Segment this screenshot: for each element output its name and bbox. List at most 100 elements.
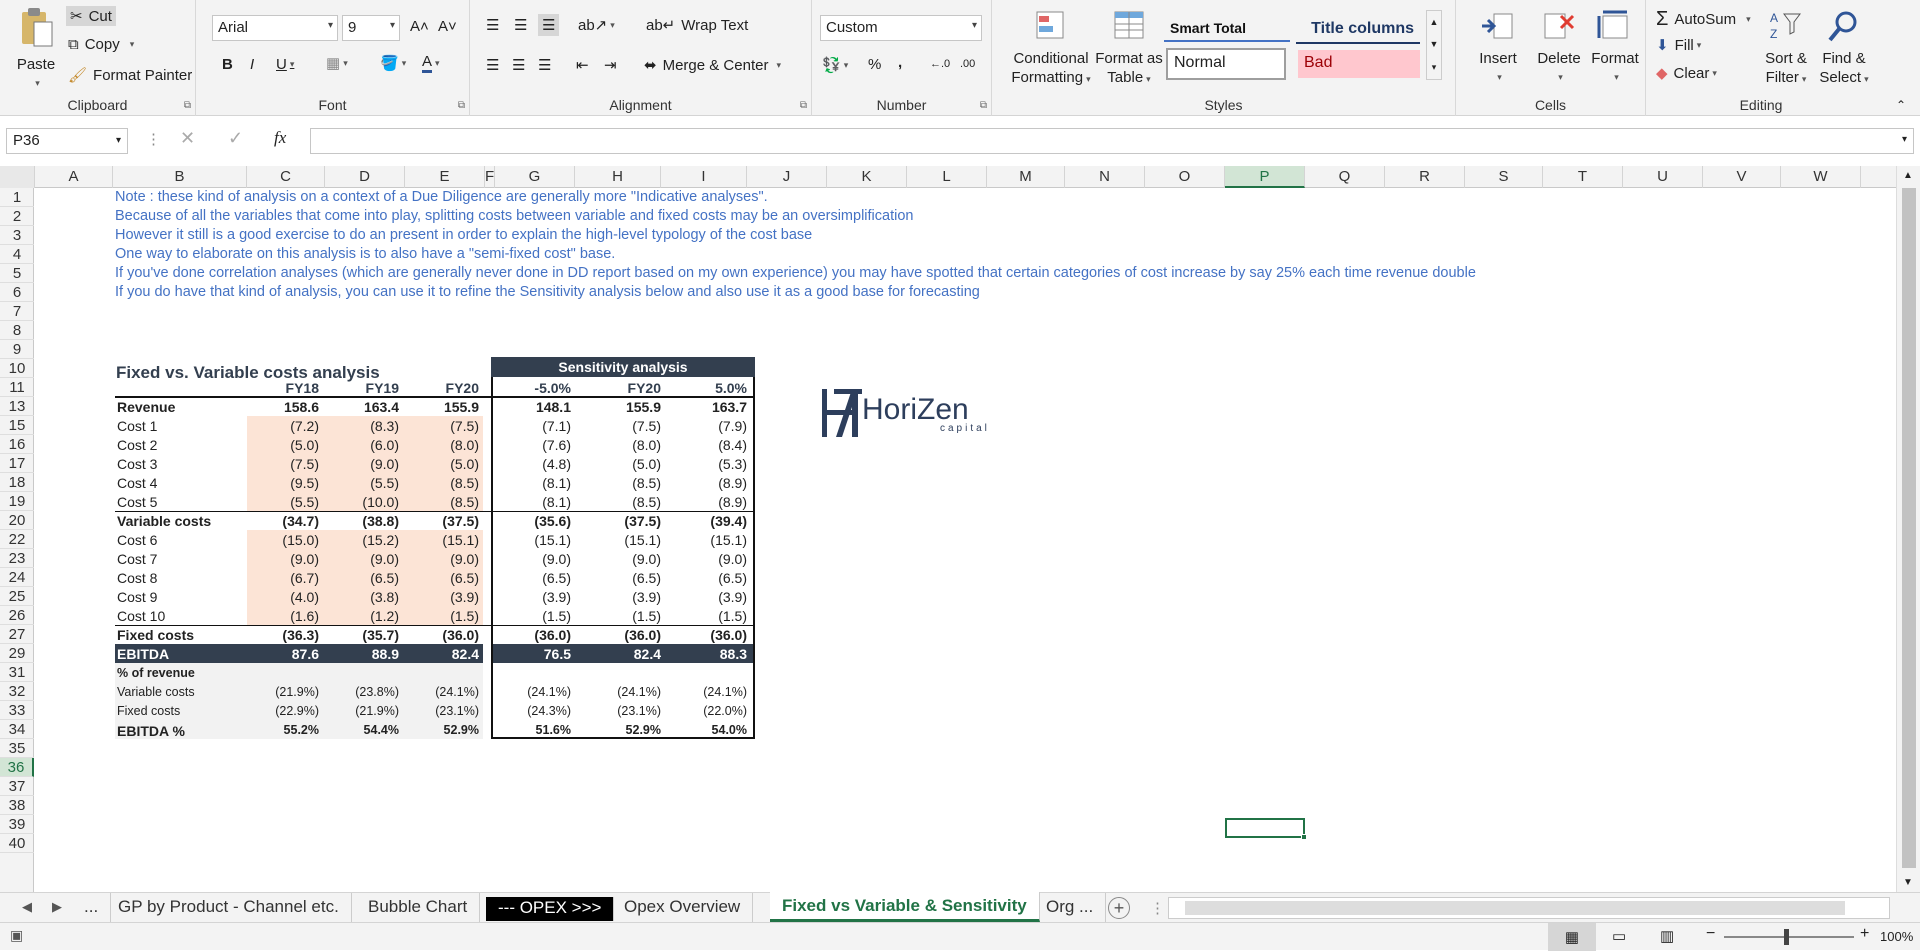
row-header[interactable]: 22 xyxy=(0,530,34,549)
row-header[interactable]: 20 xyxy=(0,511,34,530)
find-select-button[interactable]: Find & Select ▾ xyxy=(1816,8,1872,89)
insert-function-button[interactable]: fx xyxy=(274,128,286,148)
row-header[interactable]: 23 xyxy=(0,549,34,568)
cut-button[interactable]: ✂ Cut xyxy=(66,6,116,26)
italic-button[interactable]: I xyxy=(250,56,254,73)
row-header[interactable]: 5 xyxy=(0,264,34,283)
number-format-select[interactable]: Custom ▾ xyxy=(820,15,982,41)
row-header[interactable]: 32 xyxy=(0,682,34,701)
fill-button[interactable]: ⬇ Fill ▾ xyxy=(1656,36,1701,55)
column-header[interactable]: T xyxy=(1543,166,1623,188)
column-header[interactable]: W xyxy=(1781,166,1861,188)
sheet-tab[interactable]: Fixed vs Variable & Sensitivity xyxy=(770,892,1040,922)
row-header[interactable]: 2 xyxy=(0,207,34,226)
row-header[interactable]: 25 xyxy=(0,587,34,606)
insert-button[interactable]: Insert ▾ xyxy=(1476,8,1520,87)
formula-input[interactable]: ▾ xyxy=(310,128,1914,154)
autosum-button[interactable]: Σ AutoSum ▾ xyxy=(1656,8,1751,31)
row-header[interactable]: 6 xyxy=(0,283,34,302)
font-launcher-icon[interactable]: ⧉ xyxy=(458,100,465,111)
row-header[interactable]: 17 xyxy=(0,454,34,473)
column-header[interactable]: R xyxy=(1385,166,1465,188)
column-header[interactable]: O xyxy=(1145,166,1225,188)
copy-button[interactable]: ⧉ Copy ▾ xyxy=(68,36,134,53)
horizontal-scrollbar[interactable] xyxy=(1168,897,1890,919)
delete-button[interactable]: Delete ▾ xyxy=(1534,8,1584,87)
column-header[interactable]: J xyxy=(747,166,827,188)
row-header[interactable]: 35 xyxy=(0,739,34,758)
increase-font-button[interactable]: A˄ xyxy=(410,18,429,35)
format-button[interactable]: Format ▾ xyxy=(1588,8,1642,87)
row-header[interactable]: 38 xyxy=(0,796,34,815)
zoom-out-button[interactable]: − xyxy=(1706,925,1715,943)
add-sheet-button[interactable]: + xyxy=(1108,897,1130,919)
column-header[interactable]: D xyxy=(325,166,405,188)
styles-scroll[interactable]: ▲ ▼ ▾ xyxy=(1426,10,1442,80)
zoom-thumb[interactable] xyxy=(1784,929,1789,945)
vertical-scrollbar[interactable]: ▲ ▼ xyxy=(1896,166,1920,892)
column-header[interactable]: U xyxy=(1623,166,1703,188)
tab-scroll-left-icon[interactable]: ◀ xyxy=(22,899,32,915)
select-all-corner[interactable] xyxy=(0,166,35,188)
sheet-tab[interactable]: --- OPEX >>> xyxy=(486,897,615,921)
style-bad[interactable]: Bad xyxy=(1298,50,1420,78)
number-launcher-icon[interactable]: ⧉ xyxy=(980,100,987,111)
style-normal[interactable]: Normal xyxy=(1166,48,1286,80)
format-as-table-button[interactable]: Format as Table ▾ xyxy=(1092,8,1166,89)
row-header[interactable]: 24 xyxy=(0,568,34,587)
clear-button[interactable]: ◆ Clear ▾ xyxy=(1656,64,1717,83)
orientation-button[interactable]: ab↗ ▾ xyxy=(578,16,615,34)
column-header[interactable]: Q xyxy=(1305,166,1385,188)
row-header[interactable]: 19 xyxy=(0,492,34,511)
column-header[interactable]: I xyxy=(661,166,747,188)
zoom-in-button[interactable]: + xyxy=(1860,925,1869,943)
row-header[interactable]: 3 xyxy=(0,226,34,245)
sort-filter-button[interactable]: AZ Sort & Filter ▾ xyxy=(1760,8,1812,89)
align-right-button[interactable]: ☰ xyxy=(538,56,551,74)
alignment-launcher-icon[interactable]: ⧉ xyxy=(800,100,807,111)
clipboard-launcher-icon[interactable]: ⧉ xyxy=(184,100,191,111)
align-bottom-button[interactable]: ☰ xyxy=(538,14,560,36)
font-color-button[interactable]: A ▾ xyxy=(422,54,440,73)
zoom-slider[interactable] xyxy=(1724,929,1854,945)
name-box[interactable]: P36 ▾ xyxy=(6,128,128,154)
column-header[interactable]: L xyxy=(907,166,987,188)
column-header[interactable]: V xyxy=(1703,166,1781,188)
conditional-formatting-button[interactable]: Conditional Formatting ▾ xyxy=(1008,8,1094,89)
borders-button[interactable]: ▦ ▾ xyxy=(326,54,348,72)
paste-button[interactable]: Paste ▾ xyxy=(8,6,64,93)
tab-scroll-right-icon[interactable]: ▶ xyxy=(52,899,62,915)
row-header[interactable]: 13 xyxy=(0,397,34,416)
decrease-font-button[interactable]: A˅ xyxy=(438,18,457,35)
bold-button[interactable]: B xyxy=(222,56,233,73)
style-title-columns[interactable]: Title columns xyxy=(1296,16,1420,44)
column-header[interactable]: P xyxy=(1225,166,1305,188)
row-header[interactable]: 15 xyxy=(0,416,34,435)
chevron-down-icon[interactable]: ▼ xyxy=(1903,877,1913,888)
align-top-button[interactable]: ☰ xyxy=(486,16,499,34)
row-header[interactable]: 26 xyxy=(0,606,34,625)
increase-decimal-button[interactable]: ←.0 xyxy=(930,58,950,70)
column-header[interactable]: B xyxy=(113,166,247,188)
row-header[interactable]: 27 xyxy=(0,625,34,644)
sheet-tab[interactable]: Bubble Chart xyxy=(356,893,481,923)
chevron-up-icon[interactable]: ▲ xyxy=(1903,170,1913,181)
align-middle-button[interactable]: ☰ xyxy=(514,16,527,34)
column-header[interactable]: K xyxy=(827,166,907,188)
row-header[interactable]: 39 xyxy=(0,815,34,834)
collapse-ribbon-button[interactable]: ⌃ xyxy=(1896,98,1906,112)
sheet-tab[interactable]: GP by Product - Channel etc. xyxy=(106,893,352,923)
cancel-icon[interactable]: ✕ xyxy=(180,128,195,149)
scroll-thumb[interactable] xyxy=(1902,188,1916,868)
row-header[interactable]: 40 xyxy=(0,834,34,853)
row-header[interactable]: 11 xyxy=(0,378,34,397)
page-break-view-button[interactable]: ▥ xyxy=(1660,927,1674,945)
page-layout-view-button[interactable]: ▭ xyxy=(1612,927,1626,945)
row-header[interactable]: 29 xyxy=(0,644,34,663)
increase-indent-button[interactable]: ⇥ xyxy=(604,56,617,74)
normal-view-button[interactable]: ▦ xyxy=(1548,923,1596,951)
align-center-button[interactable]: ☰ xyxy=(512,56,525,74)
row-header[interactable]: 9 xyxy=(0,340,34,359)
row-header[interactable]: 7 xyxy=(0,302,34,321)
row-header[interactable]: 37 xyxy=(0,777,34,796)
